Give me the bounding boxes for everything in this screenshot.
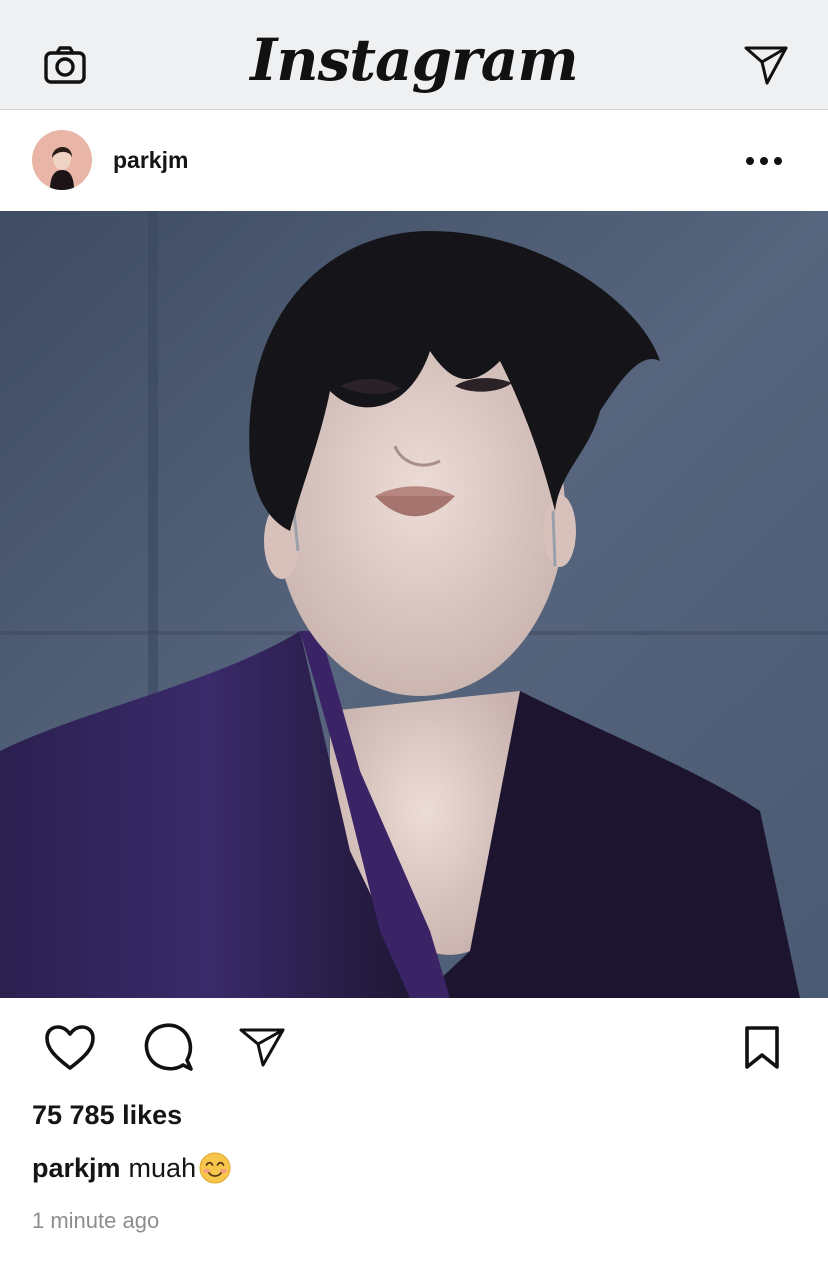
comment-button[interactable]: [140, 1020, 198, 1076]
camera-button[interactable]: [40, 42, 90, 88]
post-timestamp: 1 minute ago: [32, 1208, 160, 1233]
heart-icon: [45, 1025, 95, 1070]
top-bar: Instagram: [0, 0, 828, 110]
portrait-photo: [0, 211, 828, 998]
caption-username[interactable]: parkjm: [32, 1153, 121, 1184]
direct-messages-button[interactable]: [738, 40, 794, 90]
more-horizontal-icon: [746, 157, 782, 165]
share-button[interactable]: [234, 1022, 290, 1072]
post-username[interactable]: parkjm: [113, 147, 188, 174]
paper-plane-icon: [744, 46, 788, 85]
save-button[interactable]: [736, 1020, 788, 1076]
paper-plane-icon: [239, 1028, 285, 1067]
camera-icon: [44, 46, 86, 84]
post-caption: parkjm muah: [32, 1151, 232, 1185]
instagram-app: Instagram parkjm 75 785 likes parkjm mua…: [0, 0, 828, 1263]
profile-photo: [32, 130, 92, 190]
avatar[interactable]: [32, 130, 92, 190]
like-button[interactable]: [40, 1020, 100, 1076]
post-header: parkjm: [0, 111, 828, 211]
smiling-face-emoji: [198, 1151, 232, 1185]
post-actions: [0, 998, 828, 1098]
comment-icon: [144, 1023, 193, 1071]
likes-count[interactable]: 75 785 likes: [32, 1100, 182, 1131]
more-options-button[interactable]: [738, 143, 790, 179]
app-logo: Instagram: [250, 26, 578, 94]
bookmark-icon: [745, 1026, 779, 1069]
caption-text: muah: [128, 1152, 197, 1183]
post-image[interactable]: [0, 211, 828, 998]
